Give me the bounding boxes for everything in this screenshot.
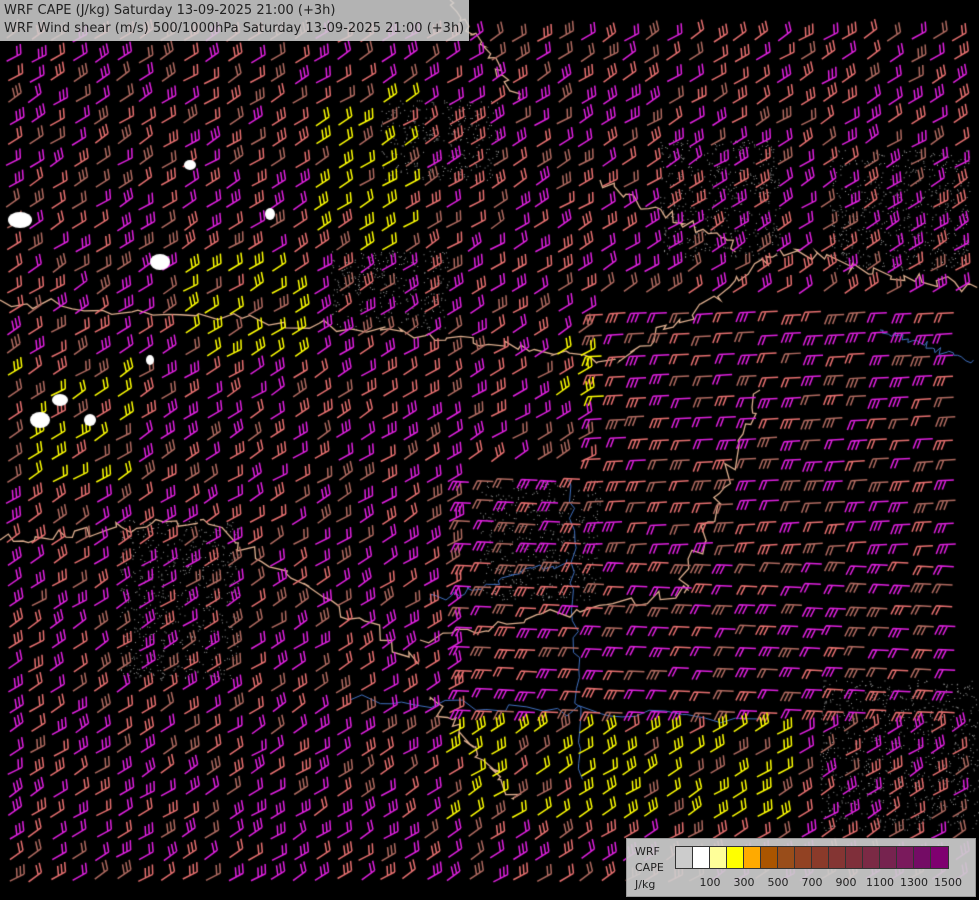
legend-swatch [778, 847, 795, 868]
legend-swatch [914, 847, 931, 868]
legend-swatch [761, 847, 778, 868]
title-box: WRF CAPE (J/kg) Saturday 13-09-2025 21:0… [0, 0, 470, 41]
title-wind-shear: WRF Wind shear (m/s) 500/1000hPa Saturda… [4, 21, 465, 36]
legend-swatch [676, 847, 693, 868]
legend-swatch [863, 847, 880, 868]
legend-model: WRF [635, 845, 660, 858]
map-canvas [0, 0, 979, 900]
legend-field: CAPE [635, 861, 664, 874]
legend-swatch [880, 847, 897, 868]
legend-swatch [693, 847, 710, 868]
legend-swatch [795, 847, 812, 868]
legend-swatch [846, 847, 863, 868]
cape-legend: WRF CAPE J/kg 100 300 500 700 900 1100 1300 150… [626, 838, 976, 897]
title-cape: WRF CAPE (J/kg) Saturday 13-09-2025 21:0… [4, 3, 336, 18]
legend-tick-label: 700 [801, 876, 823, 889]
legend-swatch [897, 847, 914, 868]
legend-swatch [829, 847, 846, 868]
legend-swatch [931, 847, 948, 868]
legend-swatch [744, 847, 761, 868]
legend-tick-label: 1300 [900, 876, 928, 889]
legend-swatches [675, 846, 949, 869]
legend-tick-label: 300 [733, 876, 755, 889]
legend-tick-label: 900 [835, 876, 857, 889]
legend-tick-label: 500 [767, 876, 789, 889]
legend-unit: J/kg [635, 878, 656, 891]
legend-tick-label: 1500 [934, 876, 962, 889]
legend-tick-label: 1100 [866, 876, 894, 889]
legend-swatch [812, 847, 829, 868]
legend-swatch [727, 847, 744, 868]
legend-tick-label: 100 [699, 876, 721, 889]
legend-swatch [710, 847, 727, 868]
